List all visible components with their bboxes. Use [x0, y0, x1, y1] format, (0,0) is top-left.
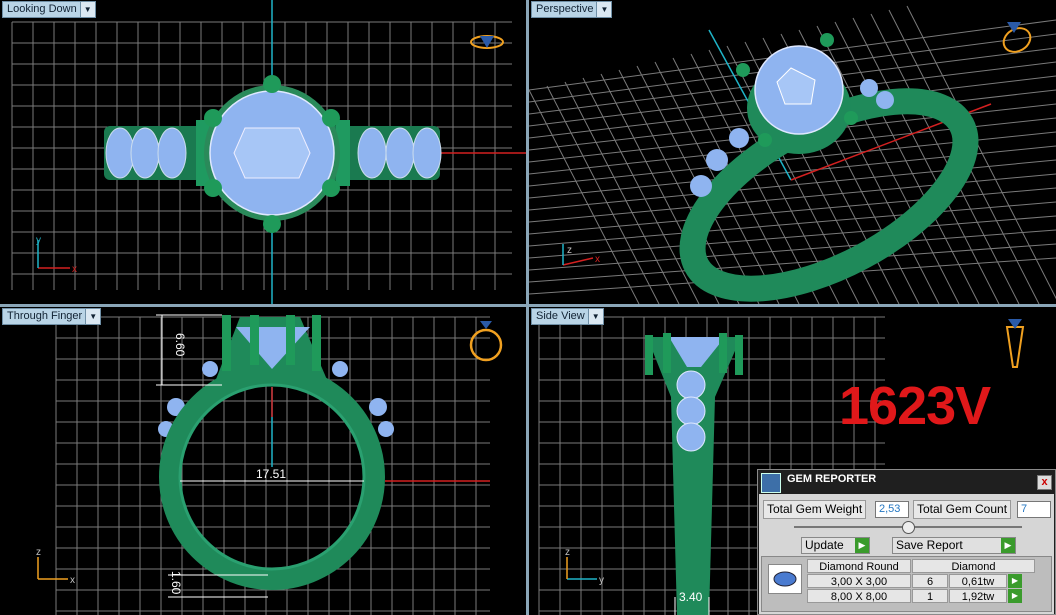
viewport-label-side-view[interactable]: Side View ▼: [531, 308, 604, 325]
viewport-divider-horizontal[interactable]: [0, 304, 1056, 307]
viewport-through-finger[interactable]: Through Finger ▼ 6.60 17.51 1.60 x z: [0, 307, 526, 615]
total-gem-count-value: 7: [1017, 501, 1051, 518]
update-button[interactable]: Update ▶: [801, 537, 870, 554]
ring-orientation-icon: [1005, 319, 1025, 368]
row-1-play-icon[interactable]: ▶: [1008, 574, 1022, 588]
x-axis-label: x: [70, 575, 75, 586]
x-axis-label: x: [595, 254, 600, 265]
gem-reporter-body: Total Gem Weight 2,53 Total Gem Count 7 …: [759, 494, 1054, 614]
z-axis-label: z: [567, 245, 572, 256]
diamond-round-thumbnail-icon[interactable]: [768, 564, 802, 594]
chevron-down-icon[interactable]: ▼: [587, 309, 603, 324]
save-report-button[interactable]: Save Report ▶: [892, 537, 1016, 554]
z-axis-label: z: [36, 547, 41, 558]
top-view-canvas: x y: [11, 0, 526, 304]
total-gem-weight-label: Total Gem Weight: [763, 500, 867, 519]
row-1-size: 3,00 X 3,00: [807, 574, 911, 588]
chevron-down-icon[interactable]: ▼: [596, 2, 612, 17]
gem-reporter-title: GEM REPORTER: [787, 473, 877, 485]
play-icon: ▶: [855, 538, 869, 553]
viewport-looking-down[interactable]: Looking Down ▼ x y: [0, 0, 526, 304]
row-1-weight: 0,61tw: [949, 574, 1007, 588]
dim-inner-diameter: 17.51: [256, 467, 286, 481]
perspective-canvas: x z: [529, 5, 1056, 304]
gem-reporter-logo-icon: [761, 473, 781, 493]
gem-icon: [480, 36, 494, 48]
x-axis-label: x: [72, 264, 77, 275]
row-2-weight: 1,92tw: [949, 589, 1007, 603]
viewport-divider-vertical[interactable]: [526, 0, 529, 615]
close-icon[interactable]: x: [1037, 475, 1052, 490]
dim-height: 6.60: [173, 333, 187, 357]
dim-width: 3.40: [679, 590, 703, 604]
gem-slider-knob[interactable]: [902, 521, 915, 534]
total-gem-count-label: Total Gem Count: [913, 500, 1012, 519]
row-1-count: 6: [912, 574, 948, 588]
col-header-material: Diamond: [912, 559, 1035, 573]
row-2-play-icon[interactable]: ▶: [1008, 589, 1022, 603]
row-2-size: 8,00 X 8,00: [807, 589, 911, 603]
front-view-canvas: 6.60 17.51 1.60 x z: [36, 314, 503, 615]
viewport-label-perspective[interactable]: Perspective ▼: [531, 1, 613, 18]
y-axis-label: y: [599, 575, 604, 586]
chevron-down-icon[interactable]: ▼: [85, 309, 101, 324]
viewport-label-through-finger[interactable]: Through Finger ▼: [2, 308, 102, 325]
col-header-type: Diamond Round: [807, 559, 911, 573]
viewport-perspective[interactable]: Perspective ▼ x z: [529, 0, 1056, 304]
viewport-label-looking-down[interactable]: Looking Down ▼: [2, 1, 96, 18]
row-2-count: 1: [912, 589, 948, 603]
z-axis-label: z: [565, 547, 570, 558]
gem-reporter-titlebar[interactable]: GEM REPORTER x: [758, 470, 1055, 494]
gem-reporter-panel: GEM REPORTER x Total Gem Weight 2,53 Tot…: [757, 469, 1056, 615]
total-gem-weight-value: 2,53: [875, 501, 909, 518]
chevron-down-icon[interactable]: ▼: [79, 2, 95, 17]
gem-table: Diamond Round Diamond 3,00 X 3,00 6 0,61…: [761, 556, 1052, 612]
model-code-watermark: 1623V: [839, 376, 991, 436]
dim-band: 1.60: [169, 571, 183, 595]
play-icon: ▶: [1001, 538, 1015, 553]
y-axis-label: y: [36, 235, 41, 246]
